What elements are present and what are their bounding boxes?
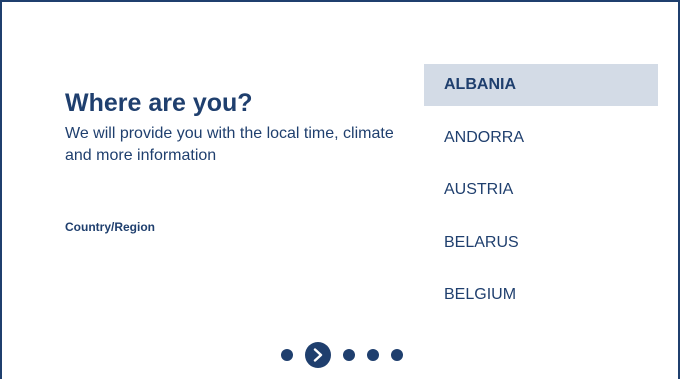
pager-dot-step-5[interactable] bbox=[391, 349, 403, 361]
page-subtitle: We will provide you with the local time,… bbox=[65, 125, 394, 164]
country-list: ALBANIA ANDORRA AUSTRIA BELARUS BELGIUM bbox=[424, 64, 658, 327]
country-item-albania[interactable]: ALBANIA bbox=[424, 64, 658, 106]
country-item-belgium[interactable]: BELGIUM bbox=[424, 274, 658, 316]
chevron-right-icon bbox=[313, 348, 323, 362]
setup-wizard-frame: Where are you? We will provide you with … bbox=[0, 0, 680, 379]
country-item-austria[interactable]: AUSTRIA bbox=[424, 169, 658, 211]
country-item-andorra[interactable]: ANDORRA bbox=[424, 117, 658, 159]
step-pager bbox=[281, 342, 403, 368]
country-region-label: Country/Region bbox=[65, 220, 155, 234]
pager-dot-step-1[interactable] bbox=[281, 349, 293, 361]
pager-dot-step-3[interactable] bbox=[343, 349, 355, 361]
country-item-belarus[interactable]: BELARUS bbox=[424, 222, 658, 264]
pager-next-button[interactable] bbox=[305, 342, 331, 368]
pager-dot-step-4[interactable] bbox=[367, 349, 379, 361]
page-title: Where are you? bbox=[65, 89, 253, 117]
